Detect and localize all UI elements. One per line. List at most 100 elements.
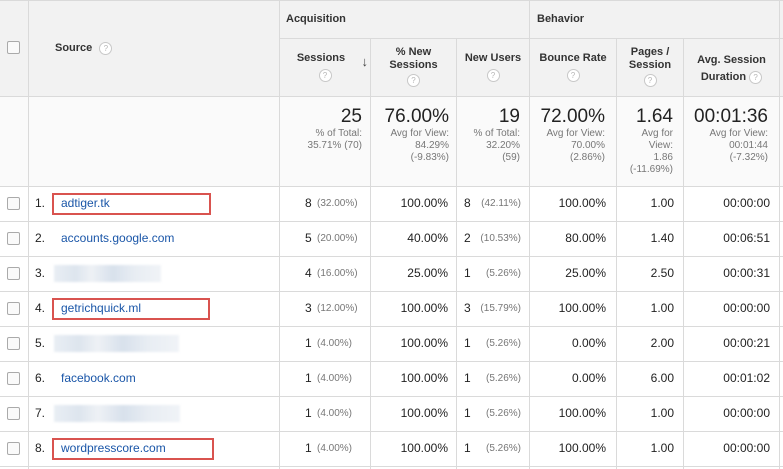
row-checkbox[interactable] [7,372,20,385]
analytics-source-table: Source ? Acquisition Behavior Sessions ↓… [0,0,783,469]
new-sessions-header[interactable]: % New Sessions ? [371,46,456,87]
row-index: 2. [35,231,46,245]
new-users-value: 8 [464,196,471,210]
behavior-group-header: Behavior [537,13,585,25]
avg-session-duration-value: 00:06:51 [723,231,770,245]
new-users-percent: (5.26%) [485,338,521,349]
avg-session-duration-total-line3: (-7.32%) [729,152,768,163]
highlight-box [52,193,211,215]
table-row: 8. wordpresscore.com 1 (4.00%) 100.00% 1 (5.26… [0,431,783,466]
pages-per-session-value: 1.00 [650,196,674,210]
new-users-header[interactable]: New Users ? [457,52,529,82]
pages-per-session-value: 6.00 [650,371,674,385]
bounce-rate-total-line1: Avg for View: [546,128,605,139]
avg-session-duration-value: 00:00:00 [723,196,770,210]
sessions-value: 1 [305,441,312,455]
help-icon[interactable]: ? [99,42,113,55]
row-index: 5. [35,336,46,350]
bounce-rate-total-value: 72.00% [540,106,605,127]
help-icon[interactable]: ? [566,69,580,82]
sort-arrow-down-icon[interactable]: ↓ [362,55,369,68]
sessions-total-value: 25 [340,106,362,127]
sessions-value: 4 [305,266,312,280]
bounce-rate-value: 100.00% [558,406,606,420]
avg-session-duration-total-value: 00:01:36 [694,106,768,127]
help-icon[interactable]: ? [407,74,420,87]
row-index: 6. [35,371,46,385]
redacted-source [54,265,161,282]
avg-session-duration-value: 00:00:00 [723,406,770,420]
pages-per-session-value: 1.00 [650,441,674,455]
row-checkbox[interactable] [7,442,20,455]
avg-session-duration-value: 00:00:00 [723,301,770,315]
new-users-percent: (15.79%) [480,303,521,314]
new-sessions-total-line2: 84.29% [415,140,449,151]
pages-per-session-value: 1.00 [650,406,674,420]
pages-per-session-total: 1.64 Avg for View: 1.86 (-11.69%) [617,106,673,176]
new-users-value: 1 [464,406,471,420]
new-sessions-total-value: 76.00% [384,106,449,127]
avg-session-duration-header[interactable]: Avg. Session Duration ? [684,52,779,86]
pages-per-session-total-line4: (-11.69%) [629,164,673,175]
row-checkbox[interactable] [7,337,20,350]
pages-per-session-value: 2.50 [650,266,674,280]
row-divider [279,38,783,39]
pages-per-session-value: 1.00 [650,301,674,315]
new-users-percent: (10.53%) [480,233,521,244]
bounce-rate-header[interactable]: Bounce Rate ? [530,52,616,82]
row-index: 3. [35,266,46,280]
row-checkbox[interactable] [7,407,20,420]
row-checkbox[interactable] [7,267,20,280]
sessions-percent: (20.00%) [317,233,358,244]
new-sessions-value: 100.00% [400,196,448,210]
bounce-rate-header-label: Bounce Rate [539,52,607,64]
source-header[interactable]: Source ? [55,42,113,55]
sessions-value: 8 [305,196,312,210]
bounce-rate-value: 100.00% [558,196,606,210]
help-icon[interactable]: ? [643,74,657,87]
sessions-percent: (4.00%) [317,373,353,384]
row-index: 7. [35,406,46,420]
row-checkbox[interactable] [7,232,20,245]
pages-per-session-header-label: Pages / Session [628,46,672,71]
sessions-percent: (32.00%) [317,198,358,209]
sessions-percent: (4.00%) [317,443,353,454]
acquisition-group-header: Acquisition [286,13,346,25]
new-sessions-total-line1: Avg for View: [390,128,449,139]
help-icon[interactable]: ? [749,71,763,84]
pages-per-session-value: 1.40 [650,231,674,245]
pages-per-session-value: 2.00 [650,336,674,350]
table-row: 6. facebook.com 1 (4.00%) 100.00% 1 (5.26%) 0.0… [0,361,783,396]
source-link[interactable]: accounts.google.com [61,231,174,245]
select-all-checkbox[interactable] [7,41,20,54]
sessions-value: 1 [305,336,312,350]
new-users-percent: (42.11%) [481,198,521,209]
bounce-rate-total-line3: (2.86%) [569,152,605,163]
bounce-rate-value: 100.00% [558,441,606,455]
table-row: 3. 4 (16.00%) 25.00% 1 (5.26%) 25.00% 2.50 00:00… [0,256,783,291]
new-sessions-value: 100.00% [400,406,448,420]
new-users-percent: (5.26%) [485,373,521,384]
row-checkbox[interactable] [7,197,20,210]
new-users-percent: (5.26%) [485,408,521,419]
row-divider [0,0,783,1]
row-index: 1. [35,196,46,210]
pages-per-session-header[interactable]: Pages / Session ? [617,46,683,87]
source-header-label: Source [55,42,93,54]
new-users-percent: (5.26%) [485,268,521,279]
avg-session-duration-value: 00:01:02 [723,371,770,385]
sessions-header[interactable]: Sessions ↓ ? [280,52,370,82]
pages-per-session-total-line2: View: [648,140,673,151]
avg-session-duration-total-line1: Avg for View: [709,128,768,139]
row-checkbox[interactable] [7,302,20,315]
table-row: 7. 1 (4.00%) 100.00% 1 (5.26%) 100.00% 1.00 00:0… [0,396,783,431]
help-icon[interactable]: ? [318,69,332,82]
source-link[interactable]: facebook.com [61,371,136,385]
new-sessions-value: 100.00% [400,441,448,455]
redacted-source [54,335,179,352]
avg-session-duration-value: 00:00:31 [723,266,770,280]
help-icon[interactable]: ? [486,69,500,82]
new-users-total-line3: (59) [502,152,520,163]
table-row: 4. getrichquick.ml 3 (12.00%) 100.00% 3 (15.79… [0,291,783,326]
new-sessions-value: 25.00% [407,266,448,280]
